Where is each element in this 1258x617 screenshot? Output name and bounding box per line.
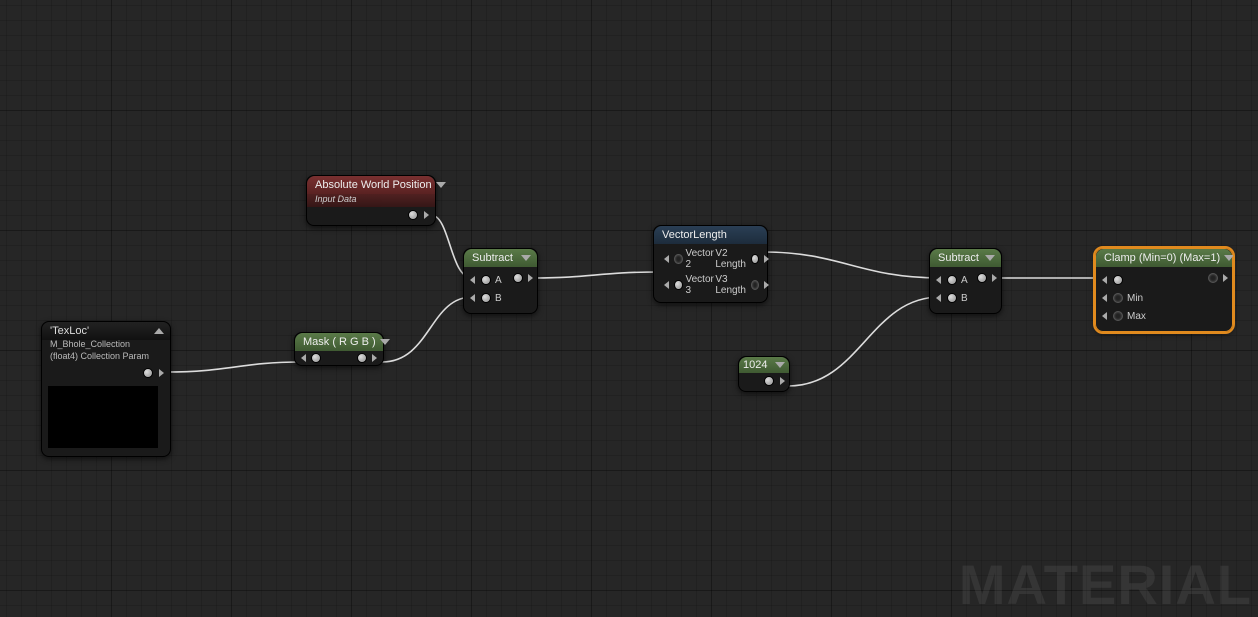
in-caret-icon [664, 255, 669, 263]
node-subtract-1[interactable]: Subtract A B [463, 248, 538, 314]
in-caret-icon [1102, 276, 1107, 284]
collapse-icon[interactable] [154, 328, 164, 334]
expand-icon[interactable] [521, 255, 531, 261]
in-caret-icon [1102, 312, 1107, 320]
node-title[interactable]: 'TexLoc' [42, 322, 170, 340]
title-text: Clamp (Min=0) (Max=1) [1104, 252, 1220, 264]
node-title[interactable]: Mask ( R G B ) [295, 333, 383, 351]
input-pin-b[interactable] [947, 293, 957, 303]
expand-icon[interactable] [380, 339, 390, 345]
node-title[interactable]: Absolute World Position [307, 176, 435, 194]
input-pin-max[interactable] [1113, 311, 1123, 321]
node-mask-rgb[interactable]: Mask ( R G B ) [294, 332, 384, 366]
expand-icon[interactable] [1224, 255, 1234, 261]
out-caret-icon [992, 274, 997, 282]
node-title[interactable]: 1024 [739, 357, 789, 373]
pin-label-b: B [495, 293, 502, 304]
pin-label-v3len: V3 Length [715, 274, 748, 296]
pin-label-a: A [961, 275, 968, 286]
node-title[interactable]: Subtract [930, 249, 1001, 267]
output-pin-v3len[interactable] [751, 280, 759, 290]
out-caret-icon [372, 354, 377, 362]
watermark-text: MATERIAL [959, 552, 1252, 617]
input-pin[interactable] [311, 353, 321, 363]
title-text: Absolute World Position [315, 179, 432, 191]
in-caret-icon [301, 354, 306, 362]
output-pin[interactable] [408, 210, 418, 220]
out-caret-icon [780, 377, 785, 385]
output-pin[interactable] [513, 273, 523, 283]
expand-icon[interactable] [436, 182, 446, 188]
node-vector-length[interactable]: VectorLength Vector 2 V2 Length Vector 3… [653, 225, 768, 303]
in-caret-icon [664, 281, 669, 289]
expand-icon[interactable] [775, 362, 785, 368]
expand-icon[interactable] [985, 255, 995, 261]
in-caret-icon [1102, 294, 1107, 302]
node-absolute-world-position[interactable]: Absolute World Position Input Data [306, 175, 436, 226]
pin-label-v2: Vector 2 [686, 248, 716, 270]
title-text: Subtract [472, 252, 513, 264]
input-pin-min[interactable] [1113, 293, 1123, 303]
out-caret-icon [764, 281, 769, 289]
node-title[interactable]: VectorLength [654, 226, 767, 244]
out-caret-icon [424, 211, 429, 219]
title-text: 'TexLoc' [50, 325, 89, 337]
node-texloc[interactable]: 'TexLoc' M_Bhole_Collection (float4) Col… [41, 321, 171, 457]
output-pin-v2len[interactable] [751, 254, 759, 264]
subtitle: Input Data [307, 194, 435, 207]
output-pin[interactable] [143, 368, 153, 378]
in-caret-icon [936, 294, 941, 302]
out-caret-icon [528, 274, 533, 282]
output-pin[interactable] [977, 273, 987, 283]
node-wires [0, 0, 1258, 611]
title-text: Subtract [938, 252, 979, 264]
title-text: Mask ( R G B ) [303, 336, 376, 348]
in-caret-icon [470, 276, 475, 284]
node-constant-1024[interactable]: 1024 [738, 356, 790, 392]
input-pin-v2[interactable] [674, 254, 683, 264]
node-clamp[interactable]: Clamp (Min=0) (Max=1) Min Max [1095, 248, 1233, 332]
node-subtract-2[interactable]: Subtract A B [929, 248, 1002, 314]
output-pin[interactable] [357, 353, 367, 363]
pin-label-a: A [495, 275, 502, 286]
input-pin-a[interactable] [481, 275, 491, 285]
pin-label-v2len: V2 Length [715, 248, 748, 270]
out-caret-icon [764, 255, 769, 263]
out-caret-icon [159, 369, 164, 377]
node-title[interactable]: Subtract [464, 249, 537, 267]
input-pin-a[interactable] [947, 275, 957, 285]
input-pin-b[interactable] [481, 293, 491, 303]
node-title[interactable]: Clamp (Min=0) (Max=1) [1096, 249, 1232, 267]
pin-label-v3: Vector 3 [686, 274, 716, 296]
input-pin-v3[interactable] [674, 280, 683, 290]
out-caret-icon [1223, 274, 1228, 282]
output-pin[interactable] [764, 376, 774, 386]
pin-label-min: Min [1127, 293, 1143, 304]
title-text: VectorLength [662, 229, 727, 241]
subtitle2: (float4) Collection Param [42, 352, 170, 364]
output-pin[interactable] [1208, 273, 1218, 283]
in-caret-icon [470, 294, 475, 302]
title-text: 1024 [743, 359, 767, 371]
node-preview [48, 386, 158, 448]
input-pin-value[interactable] [1113, 275, 1123, 285]
pin-label-max: Max [1127, 311, 1146, 322]
pin-label-b: B [961, 293, 968, 304]
in-caret-icon [936, 276, 941, 284]
